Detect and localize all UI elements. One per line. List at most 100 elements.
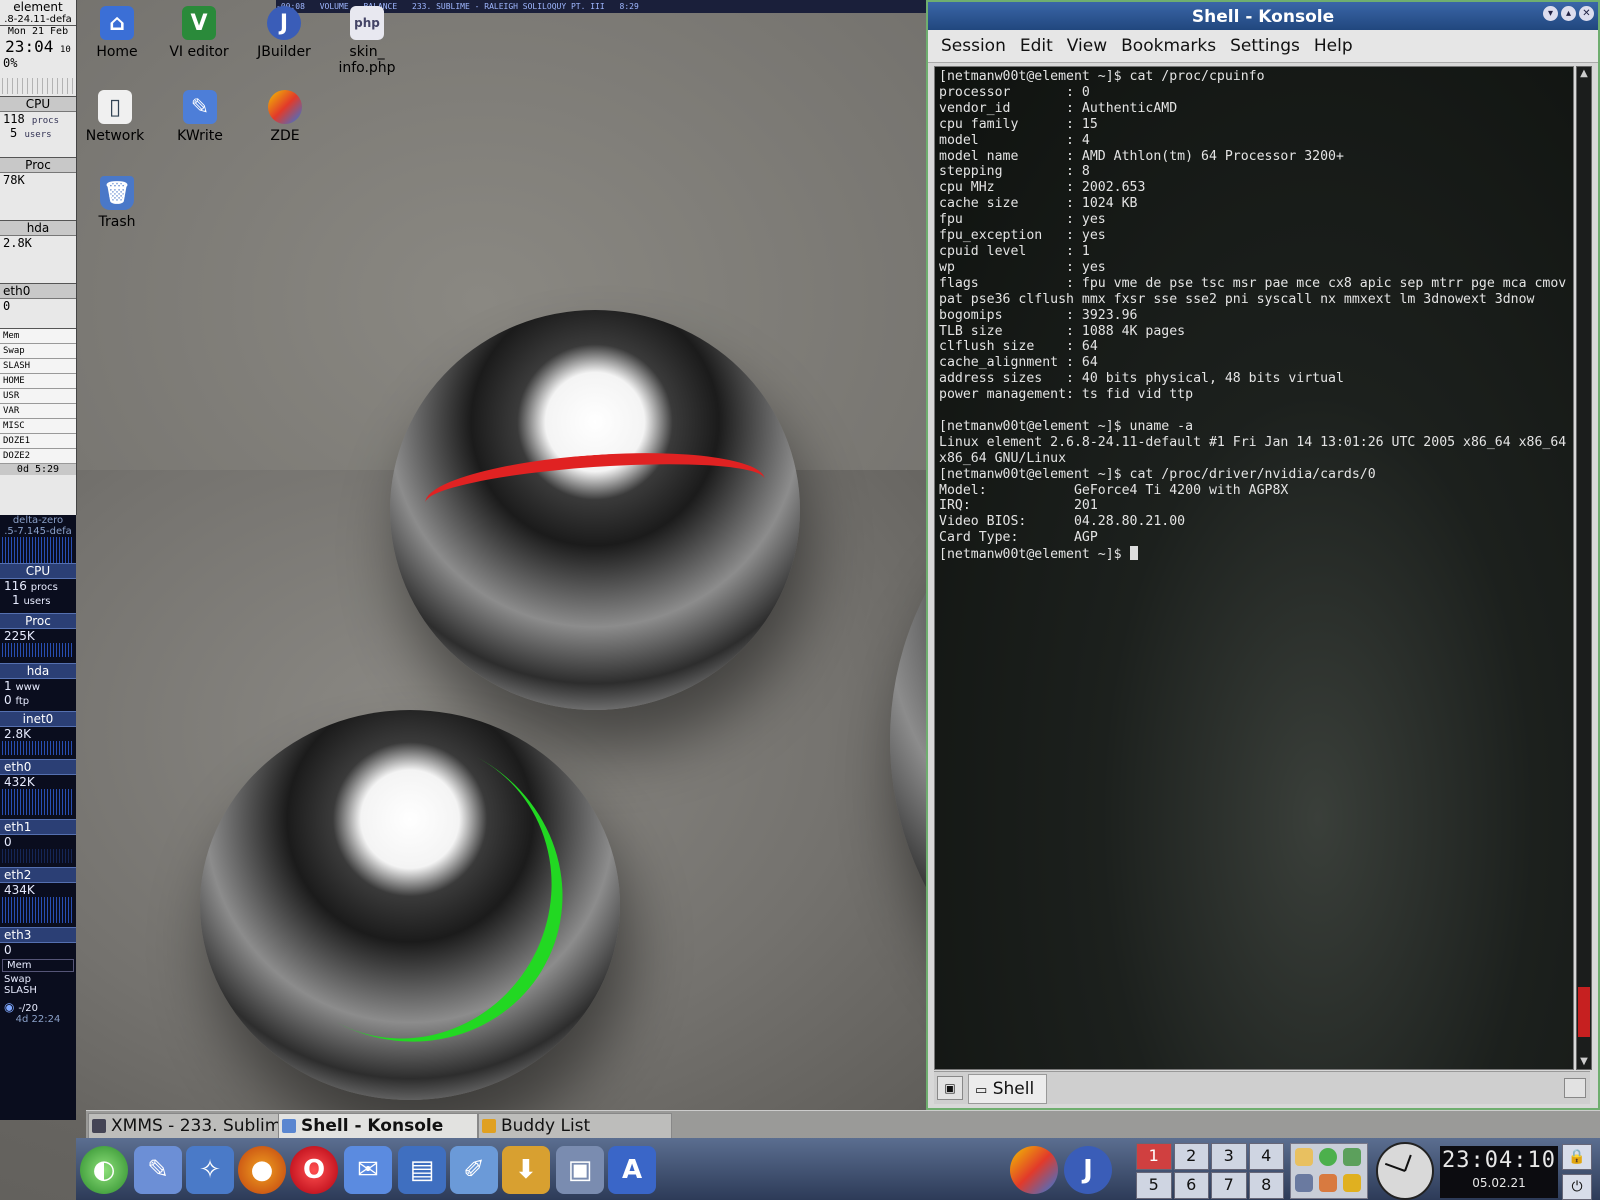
menu-bookmarks[interactable]: Bookmarks: [1114, 30, 1223, 62]
remote-eth0-title: eth0: [0, 759, 76, 775]
host-header: element .8-24.11-defa: [0, 0, 76, 26]
desktop-icon-vi-editor[interactable]: V VI editor: [157, 6, 241, 60]
terminal-line: fpu : yes: [939, 212, 1106, 228]
pager-desktop-4[interactable]: 4: [1248, 1143, 1284, 1170]
close-icon[interactable]: ✕: [1579, 6, 1594, 21]
swap-label: Swap: [0, 344, 76, 359]
zde-icon: [268, 90, 302, 124]
konsole-window[interactable]: Shell - Konsole ▾ ▴ ✕ Session Edit View …: [926, 0, 1600, 1110]
pager-desktop-8[interactable]: 8: [1248, 1172, 1284, 1199]
clock-minute-hand: [1384, 1162, 1406, 1172]
globe-tray-icon[interactable]: [1319, 1148, 1337, 1166]
terminal-line: power management: ts fid vid ttp: [939, 387, 1194, 403]
font-a-icon[interactable]: A: [608, 1146, 656, 1194]
pager-desktop-3[interactable]: 3: [1211, 1143, 1247, 1170]
kmail-icon[interactable]: ✉: [344, 1146, 392, 1194]
menu-session[interactable]: Session: [934, 30, 1013, 62]
terminal-line: model : 4: [939, 132, 1090, 148]
download-icon[interactable]: ⬇: [502, 1146, 550, 1194]
lock-screen-icon[interactable]: 🔒: [1562, 1144, 1592, 1170]
remote-users-label: users: [23, 596, 51, 607]
trash-icon: 🗑: [100, 176, 134, 210]
terminal-prompt[interactable]: [netmanw00t@element ~]$: [939, 546, 1569, 563]
scanner-icon[interactable]: ▣: [556, 1146, 604, 1194]
editor-icon[interactable]: ✎: [134, 1146, 182, 1194]
maximize-icon[interactable]: ▴: [1561, 6, 1576, 21]
buddy-task-icon: [482, 1119, 496, 1133]
remote-slash-label: SLASH: [4, 985, 37, 996]
desktop-icon-zde[interactable]: ZDE: [243, 90, 327, 144]
terminal-output[interactable]: [netmanw00t@element ~]$ cat /proc/cpuinf…: [934, 66, 1574, 1070]
tab-shell-label: Shell: [992, 1079, 1035, 1099]
desktop-icon-label: Network: [85, 128, 145, 144]
minimize-icon[interactable]: ▾: [1543, 6, 1558, 21]
new-session-button[interactable]: ▣: [937, 1076, 963, 1100]
pager-desktop-5[interactable]: 5: [1136, 1172, 1172, 1199]
remote-eth1-value: 0: [4, 835, 12, 849]
logout-icon[interactable]: ⏻: [1562, 1174, 1592, 1200]
desktop-icon-trash[interactable]: 🗑 Trash: [75, 176, 159, 230]
kate-icon[interactable]: ✐: [450, 1146, 498, 1194]
menu-edit[interactable]: Edit: [1013, 30, 1060, 62]
clock-date: 05.02.21: [1472, 1176, 1526, 1190]
zde-launcher-icon[interactable]: [1010, 1146, 1058, 1194]
task-konsole[interactable]: Shell - Konsole: [278, 1113, 478, 1139]
pager-desktop-1[interactable]: 1: [1136, 1143, 1172, 1170]
buddy-tray-icon[interactable]: [1343, 1174, 1361, 1192]
desktop-icon-label: KWrite: [177, 128, 223, 144]
terminal-line: pat pse36 clflush mmx fxsr sse sse2 pni …: [939, 291, 1535, 307]
task-buddy-list[interactable]: Buddy List: [478, 1113, 672, 1139]
desktop-icon-home[interactable]: ⌂ Home: [75, 6, 159, 60]
cpu-box: CPU 118 procs 5 users: [0, 97, 76, 158]
system-tray: [1290, 1143, 1368, 1199]
desktop-icon-kwrite[interactable]: ✎ KWrite: [158, 90, 242, 144]
jbuilder-launcher-icon[interactable]: J: [1064, 1146, 1112, 1194]
user-tray-icon[interactable]: [1295, 1174, 1313, 1192]
xmms-track-time: 8:29: [619, 2, 639, 11]
network-tray-icon[interactable]: [1343, 1148, 1361, 1166]
desktop-icon-skin-info-php[interactable]: php skin_ info.php: [325, 6, 409, 76]
remote-www-label: www: [15, 682, 41, 693]
menu-help[interactable]: Help: [1307, 30, 1360, 62]
terminal-scrollbar[interactable]: ▲ ▼: [1576, 66, 1592, 1070]
close-session-button[interactable]: [1564, 1078, 1586, 1098]
kopete-tray-icon[interactable]: [1295, 1148, 1313, 1166]
menu-view[interactable]: View: [1060, 30, 1114, 62]
clipboard-tray-icon[interactable]: [1319, 1174, 1337, 1192]
firefox-icon[interactable]: ●: [238, 1146, 286, 1194]
remote-eth3-value: 0: [4, 943, 12, 957]
proc-title: Proc: [0, 158, 76, 173]
task-buddy-label: Buddy List: [501, 1116, 591, 1136]
task-xmms-label: XMMS - 233. Sublime - Raleigh Soliloquy …: [111, 1116, 295, 1136]
desktop-icon-label: Home: [96, 44, 138, 60]
terminal-line: processor : 0: [939, 84, 1090, 100]
remote-eth1-graph: [2, 849, 74, 863]
pager-desktop-2[interactable]: 2: [1173, 1143, 1209, 1170]
task-xmms[interactable]: XMMS - 233. Sublime - Raleigh Soliloquy …: [88, 1113, 296, 1139]
remote-swap-label: Swap: [4, 974, 32, 985]
scroll-down-icon[interactable]: ▼: [1577, 1055, 1591, 1069]
hda-title: hda: [0, 221, 76, 236]
terminal-icon[interactable]: ▤: [398, 1146, 446, 1194]
new-session-icon: ▣: [944, 1081, 956, 1095]
scrollbar-thumb[interactable]: [1578, 987, 1590, 1037]
menu-settings[interactable]: Settings: [1223, 30, 1307, 62]
network-tool-icon[interactable]: ✧: [186, 1146, 234, 1194]
pager-desktop-7[interactable]: 7: [1211, 1172, 1247, 1199]
tab-shell[interactable]: ▭ Shell: [968, 1074, 1048, 1104]
desktop-icon-network[interactable]: ▯ Network: [73, 90, 157, 144]
pager-desktop-6[interactable]: 6: [1173, 1172, 1209, 1199]
desktop-icon-jbuilder[interactable]: J JBuilder: [242, 6, 326, 60]
suse-menu-icon[interactable]: ◐: [80, 1146, 128, 1194]
xmms-task-icon: [92, 1119, 106, 1133]
scroll-up-icon[interactable]: ▲: [1577, 67, 1591, 81]
opera-icon[interactable]: O: [290, 1146, 338, 1194]
remote-load-icon: ◉: [4, 1000, 15, 1014]
konsole-task-icon: [282, 1119, 296, 1133]
remote-procs-label: procs: [30, 582, 58, 593]
remote-proc-title: Proc: [0, 613, 76, 629]
remote-eth1-title: eth1: [0, 819, 76, 835]
digital-clock[interactable]: 23:04:10 05.02.21: [1440, 1146, 1558, 1198]
window-title-bar[interactable]: Shell - Konsole ▾ ▴ ✕: [928, 2, 1598, 30]
clock-hour-hand: [1404, 1154, 1412, 1172]
